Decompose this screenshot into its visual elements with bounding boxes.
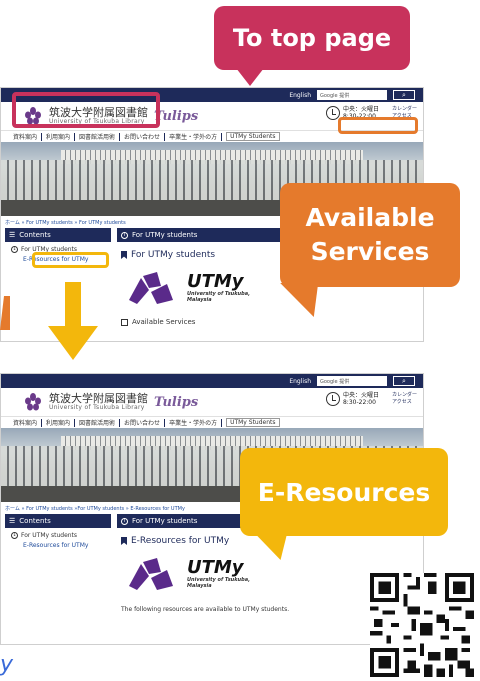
contents-header: ☰ Contents <box>5 228 111 242</box>
arrow-box-icon <box>121 318 128 326</box>
list-icon: ☰ <box>9 231 16 239</box>
utmy-wordmark: UTMy <box>187 557 244 578</box>
list-icon: ☰ <box>9 517 16 525</box>
utmy-subtitle-2: Malaysia <box>187 297 212 303</box>
clock-icon <box>325 392 340 406</box>
eresources-label: E-Resources <box>257 477 431 507</box>
utmy-wordmark: UTMy <box>187 271 244 292</box>
available-services-link[interactable]: Available Services <box>121 318 419 326</box>
down-arrow-icon: ↓ <box>11 532 18 539</box>
bookmark-icon <box>121 537 127 545</box>
english-link[interactable]: English <box>289 378 311 385</box>
nav-item-usage[interactable]: 利用案内 <box>46 418 70 427</box>
search-input[interactable]: Google 提供 <box>317 90 387 100</box>
nav-item-guide[interactable]: 図書館活用術 <box>79 418 115 427</box>
bookmark-icon <box>121 251 127 259</box>
calendar-link[interactable]: カレンダー アクセス <box>392 392 417 406</box>
down-arrow-icon: ↓ <box>11 246 18 253</box>
search-icon[interactable]: ⌕ <box>393 376 415 386</box>
nav-item-utmy-students[interactable]: UTMy Students <box>226 418 280 427</box>
site-header: 筑波大学附属図書館 University of Tsukuba Library … <box>1 388 423 416</box>
eresources-callout: E-Resources <box>240 448 448 560</box>
tulips-logo[interactable]: Tulips <box>154 109 198 124</box>
nav-item-materials[interactable]: 資料案内 <box>13 418 37 427</box>
sidebar-item-eresources[interactable]: E-Resources for UTMy <box>5 539 111 549</box>
available-services-callout: Available Services <box>280 183 460 317</box>
nav-item-usage[interactable]: 利用案内 <box>46 132 70 141</box>
highlight-library-logo <box>12 92 160 128</box>
bottom-left-fragment: y <box>0 652 14 677</box>
hours-day: 中央：火曜日 <box>342 106 379 113</box>
contents-header: ☰ Contents <box>5 514 111 528</box>
highlight-utmy-students <box>338 117 418 134</box>
library-logo-icon[interactable] <box>23 392 43 412</box>
info-icon: i <box>121 231 128 239</box>
search-input[interactable]: Google 提供 <box>317 376 387 386</box>
library-name[interactable]: 筑波大学附属図書館 <box>49 393 148 404</box>
available-label-1: Available <box>305 203 435 232</box>
library-subtitle: University of Tsukuba Library <box>49 404 145 411</box>
hours-time: 8:30-22:00 <box>342 399 376 406</box>
utmy-emblem-icon <box>129 272 173 304</box>
sidebar: ☰ Contents ↓ For UTMy students E-Resources… <box>5 514 111 613</box>
english-link[interactable]: English <box>289 92 311 99</box>
nav-item-utmy-students[interactable]: UTMy Students <box>226 132 280 141</box>
nav-item-alumni[interactable]: 卒業生・学外の方 <box>169 418 217 427</box>
nav-item-materials[interactable]: 資料案内 <box>13 132 37 141</box>
nav-item-guide[interactable]: 図書館活用術 <box>79 132 115 141</box>
tulips-logo[interactable]: Tulips <box>154 395 198 410</box>
utmy-emblem-icon <box>129 558 173 590</box>
nav-item-contact[interactable]: お問い合わせ <box>124 132 160 141</box>
sidebar-item-utmy-students[interactable]: ↓ For UTMy students <box>5 528 111 539</box>
highlight-eresources <box>32 252 109 268</box>
main-nav: 資料案内 利用案内 図書館活用術 お問い合わせ 卒業生・学外の方 UTMy St… <box>1 416 423 428</box>
info-icon: i <box>121 517 128 525</box>
nav-item-contact[interactable]: お問い合わせ <box>124 418 160 427</box>
to-top-page-callout: To top page <box>214 6 410 86</box>
to-top-page-label: To top page <box>232 24 392 52</box>
qr-code[interactable] <box>370 573 474 677</box>
available-label-2: Services <box>310 237 430 266</box>
search-icon[interactable]: ⌕ <box>393 90 415 100</box>
top-bar: English Google 提供 ⌕ <box>1 374 423 388</box>
opening-hours: 中央：火曜日 8:30-22:00 <box>325 392 379 406</box>
nav-item-alumni[interactable]: 卒業生・学外の方 <box>169 132 217 141</box>
down-arrow-icon <box>48 282 98 360</box>
hours-day: 中央：火曜日 <box>342 392 379 399</box>
utmy-subtitle-2: Malaysia <box>187 583 212 589</box>
